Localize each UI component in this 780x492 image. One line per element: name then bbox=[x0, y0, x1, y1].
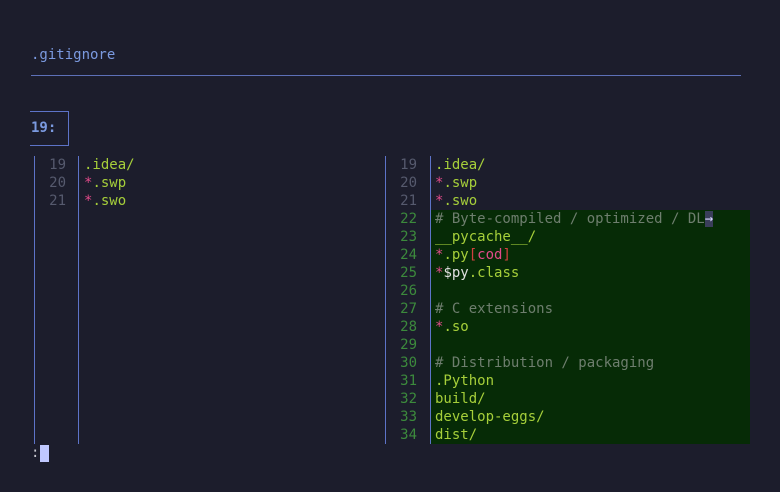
added-line-highlight bbox=[431, 426, 750, 444]
code-line[interactable]: .idea/ bbox=[435, 156, 486, 174]
code-token: .swo bbox=[443, 193, 478, 209]
right-diff-pane[interactable]: 19 .idea/20 *.swp 21 *.swo 22 # Byte-compiled … bbox=[385, 156, 750, 444]
code-token: .swo bbox=[92, 193, 127, 209]
left-gutter-border bbox=[78, 156, 79, 444]
line-number: 22 bbox=[400, 211, 417, 227]
file-name: .gitignore bbox=[31, 47, 116, 63]
line-number: 21 bbox=[400, 193, 417, 209]
code-token: dist/ bbox=[435, 427, 478, 443]
line-number: 33 bbox=[400, 409, 417, 425]
line-number: 31 bbox=[400, 373, 417, 389]
code-line[interactable]: *$py.class bbox=[435, 264, 519, 282]
code-token: ] bbox=[502, 247, 511, 263]
code-line[interactable]: .idea/ bbox=[84, 156, 135, 174]
line-number: 32 bbox=[400, 391, 417, 407]
code-line[interactable]: # Byte-compiled / optimized / DL→ bbox=[435, 210, 714, 228]
line-number: 26 bbox=[400, 283, 417, 299]
code-token: # Byte-compiled / optimized / DL bbox=[435, 211, 705, 227]
line-number: 27 bbox=[400, 301, 417, 317]
code-token: build/ bbox=[435, 391, 486, 407]
left-pane-border bbox=[34, 156, 35, 444]
line-number: 29 bbox=[400, 337, 417, 353]
code-token: .swp bbox=[443, 175, 478, 191]
code-line[interactable]: develop-eggs/ bbox=[435, 408, 545, 426]
line-number: 24 bbox=[400, 247, 417, 263]
code-line[interactable]: dist/ bbox=[435, 426, 477, 444]
left-diff-pane[interactable]: 19 .idea/20 *.swp 21 *.swo bbox=[34, 156, 364, 444]
right-pane-border bbox=[385, 156, 386, 444]
title-divider bbox=[31, 75, 741, 76]
code-line[interactable]: *.swp bbox=[84, 174, 126, 192]
code-token: .idea/ bbox=[84, 157, 135, 173]
line-number: 34 bbox=[400, 427, 417, 443]
code-token: .idea/ bbox=[435, 157, 486, 173]
code-token: .class bbox=[468, 265, 520, 281]
text-cursor bbox=[40, 444, 50, 462]
line-number: 25 bbox=[400, 265, 417, 281]
code-token: $py bbox=[443, 265, 469, 281]
code-line[interactable]: *.swo bbox=[435, 192, 477, 210]
hunk-label: 19: bbox=[31, 120, 57, 136]
added-line-highlight bbox=[431, 318, 750, 336]
code-token: develop-eggs/ bbox=[435, 409, 545, 425]
code-line[interactable]: *.swp bbox=[435, 174, 477, 192]
line-number: 28 bbox=[400, 319, 417, 335]
code-token: # C extensions bbox=[435, 301, 554, 317]
line-number: 20 bbox=[400, 175, 417, 191]
line-number: 19 bbox=[49, 157, 66, 173]
line-number: 30 bbox=[400, 355, 417, 371]
line-number: 23 bbox=[400, 229, 417, 245]
code-line[interactable]: # Distribution / packaging bbox=[435, 354, 654, 372]
code-line[interactable]: # C extensions bbox=[435, 300, 553, 318]
code-token: cod bbox=[477, 247, 503, 263]
code-line[interactable]: .Python bbox=[435, 372, 494, 390]
code-token: .so bbox=[443, 319, 469, 335]
code-token: # Distribution / packaging bbox=[435, 355, 655, 371]
code-line[interactable]: *.swo bbox=[84, 192, 126, 210]
code-line[interactable]: build/ bbox=[435, 390, 486, 408]
code-token: .Python bbox=[435, 373, 495, 389]
added-line-highlight bbox=[431, 336, 750, 354]
command-prompt: : bbox=[31, 445, 40, 461]
code-line[interactable]: *.so bbox=[435, 318, 469, 336]
code-token: .py bbox=[443, 247, 469, 263]
code-token: __pycache__/ bbox=[435, 229, 537, 245]
command-line[interactable]: : bbox=[31, 444, 50, 462]
added-line-highlight bbox=[431, 282, 750, 300]
line-number: 21 bbox=[49, 193, 66, 209]
line-truncated-arrow-icon: → bbox=[704, 211, 714, 227]
code-token: .swp bbox=[92, 175, 127, 191]
line-number: 19 bbox=[400, 157, 417, 173]
line-number: 20 bbox=[49, 175, 66, 191]
code-token: [ bbox=[468, 247, 478, 263]
code-line[interactable]: *.py[cod] bbox=[435, 246, 511, 264]
code-line[interactable]: __pycache__/ bbox=[435, 228, 536, 246]
